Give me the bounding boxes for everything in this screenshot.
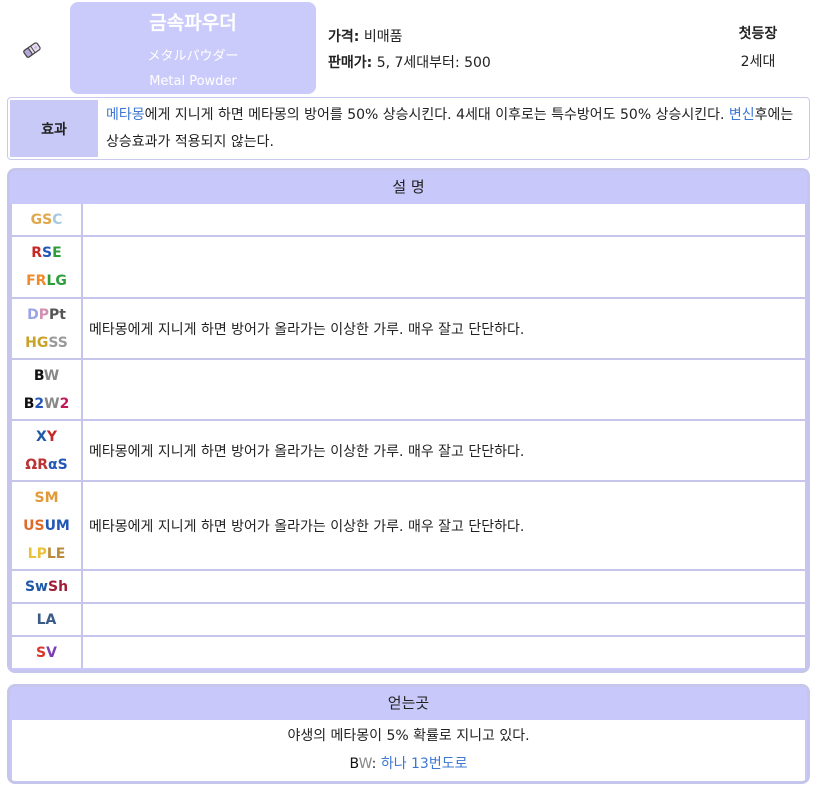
description-text	[83, 637, 805, 668]
description-text: 메타몽에게 지니게 하면 방어가 올라가는 이상한 가루. 매우 잘고 단단하다…	[89, 518, 525, 535]
description-text	[83, 204, 805, 235]
item-name-box: 금속파우더 メタルパウダー Metal Powder	[70, 2, 316, 94]
gen-label-sm: SM	[34, 489, 59, 506]
gen-label: XY ΩRαS	[12, 421, 83, 480]
description-row-dppt: DPPt HGSS 메타몽에게 지니게 하면 방어가 올라가는 이상한 가루. …	[12, 299, 805, 358]
description-text	[83, 604, 805, 635]
item-name-korean: 금속파우더	[149, 12, 237, 34]
gen-label-oras: ΩRαS	[25, 456, 68, 473]
ditto-link[interactable]: 메타몽	[106, 107, 145, 123]
gen-label-usum: USUM	[23, 517, 70, 534]
gen-label-frlg: FRLG	[26, 273, 67, 289]
effect-text-part1: 에게 지니게 하면 메타몽의 방어를 50% 상승시킨다. 4세대 이후로는 특…	[144, 107, 729, 123]
location-separator: :	[371, 756, 381, 772]
first-appearance-label: 첫등장	[738, 26, 778, 42]
location-line-1: 야생의 메타몽이 5% 확률로 지니고 있다.	[287, 728, 530, 744]
gen-label-hgss: HGSS	[25, 334, 68, 351]
location-gen-label: BW	[349, 756, 372, 772]
description-row-la: LA	[12, 604, 805, 635]
gen-label: BW B2W2	[12, 360, 83, 419]
metal-powder-item-icon	[20, 38, 44, 62]
gen-label-la: LA	[36, 611, 57, 628]
description-row-xy: XY ΩRαS 메타몽에게 지니게 하면 방어가 올라가는 이상한 가루. 매우…	[12, 421, 805, 480]
sell-price-value: 5, 7세대부터: 500	[376, 55, 491, 71]
description-panel: 설 명 GSC RSE FRLG DPPt HGSS 메타몽에게 지니게 하면 …	[7, 168, 810, 673]
route-link[interactable]: 하나 13번도로	[381, 756, 468, 772]
first-appearance-value: 2세대	[740, 54, 776, 70]
price-line: 가격: 비매품	[328, 24, 491, 50]
gen-label-sv: SV	[36, 644, 57, 661]
gen-label-swsh: SwSh	[24, 578, 69, 595]
gen-label: SwSh	[12, 571, 83, 602]
description-text	[83, 571, 805, 602]
gen-label-b2w2: B2W2	[23, 395, 70, 412]
gen-label-dppt: DPPt	[27, 306, 66, 323]
first-appearance: 첫등장 2세대	[716, 20, 800, 76]
gen-label-gsc: GSC	[30, 211, 63, 228]
description-row-rse: RSE FRLG	[12, 237, 805, 297]
gen-label: RSE FRLG	[12, 237, 83, 297]
effect-text: 메타몽에게 지니게 하면 메타몽의 방어를 50% 상승시킨다. 4세대 이후로…	[106, 102, 806, 156]
gen-label-bw: BW	[33, 367, 60, 384]
description-row-sm: SM USUM LPLE 메타몽에게 지니게 하면 방어가 올라가는 이상한 가…	[12, 482, 805, 569]
location-title: 얻는곳	[387, 694, 430, 712]
price-info: 가격: 비매품 판매가: 5, 7세대부터: 500	[328, 24, 491, 76]
effect-label: 효과	[10, 100, 98, 157]
gen-label: LA	[12, 604, 83, 635]
item-header: 금속파우더 メタルパウダー Metal Powder 가격: 비매품 판매가: …	[0, 0, 816, 96]
gen-label: GSC	[12, 204, 83, 235]
description-text	[83, 237, 805, 297]
price-value: 비매품	[363, 29, 403, 45]
description-text: 메타몽에게 지니게 하면 방어가 올라가는 이상한 가루. 매우 잘고 단단하다…	[89, 443, 525, 460]
gen-label: SV	[12, 637, 83, 668]
gen-label-lple: LPLE	[27, 545, 66, 562]
gen-label: SM USUM LPLE	[12, 482, 83, 569]
item-name-japanese: メタルパウダー	[147, 49, 239, 64]
description-title: 설 명	[392, 178, 425, 196]
description-text: 메타몽에게 지니게 하면 방어가 올라가는 이상한 가루. 매우 잘고 단단하다…	[89, 321, 525, 338]
sell-price-line: 판매가: 5, 7세대부터: 500	[328, 50, 491, 76]
description-text	[83, 360, 805, 419]
location-panel: 얻는곳 야생의 메타몽이 5% 확률로 지니고 있다. BW: 하나 13번도로	[7, 684, 810, 784]
gen-label-rse: RSE	[31, 245, 62, 261]
transform-link[interactable]: 변신	[729, 107, 755, 123]
description-row-bw: BW B2W2	[12, 360, 805, 419]
description-row-sv: SV	[12, 637, 805, 668]
item-name-english: Metal Powder	[149, 74, 237, 89]
gen-label: DPPt HGSS	[12, 299, 83, 358]
location-body: 야생의 메타몽이 5% 확률로 지니고 있다. BW: 하나 13번도로	[12, 720, 805, 781]
location-line-2: BW: 하나 13번도로	[12, 750, 805, 778]
price-label: 가격:	[328, 29, 360, 45]
gen-label-xy: XY	[36, 428, 57, 445]
description-rows: GSC RSE FRLG DPPt HGSS 메타몽에게 지니게 하면 방어가 …	[10, 204, 807, 668]
sell-price-label: 판매가:	[328, 55, 373, 71]
effect-box: 효과 메타몽에게 지니게 하면 메타몽의 방어를 50% 상승시킨다. 4세대 …	[7, 97, 810, 160]
description-row-gsc: GSC	[12, 204, 805, 235]
description-row-swsh: SwSh	[12, 571, 805, 602]
